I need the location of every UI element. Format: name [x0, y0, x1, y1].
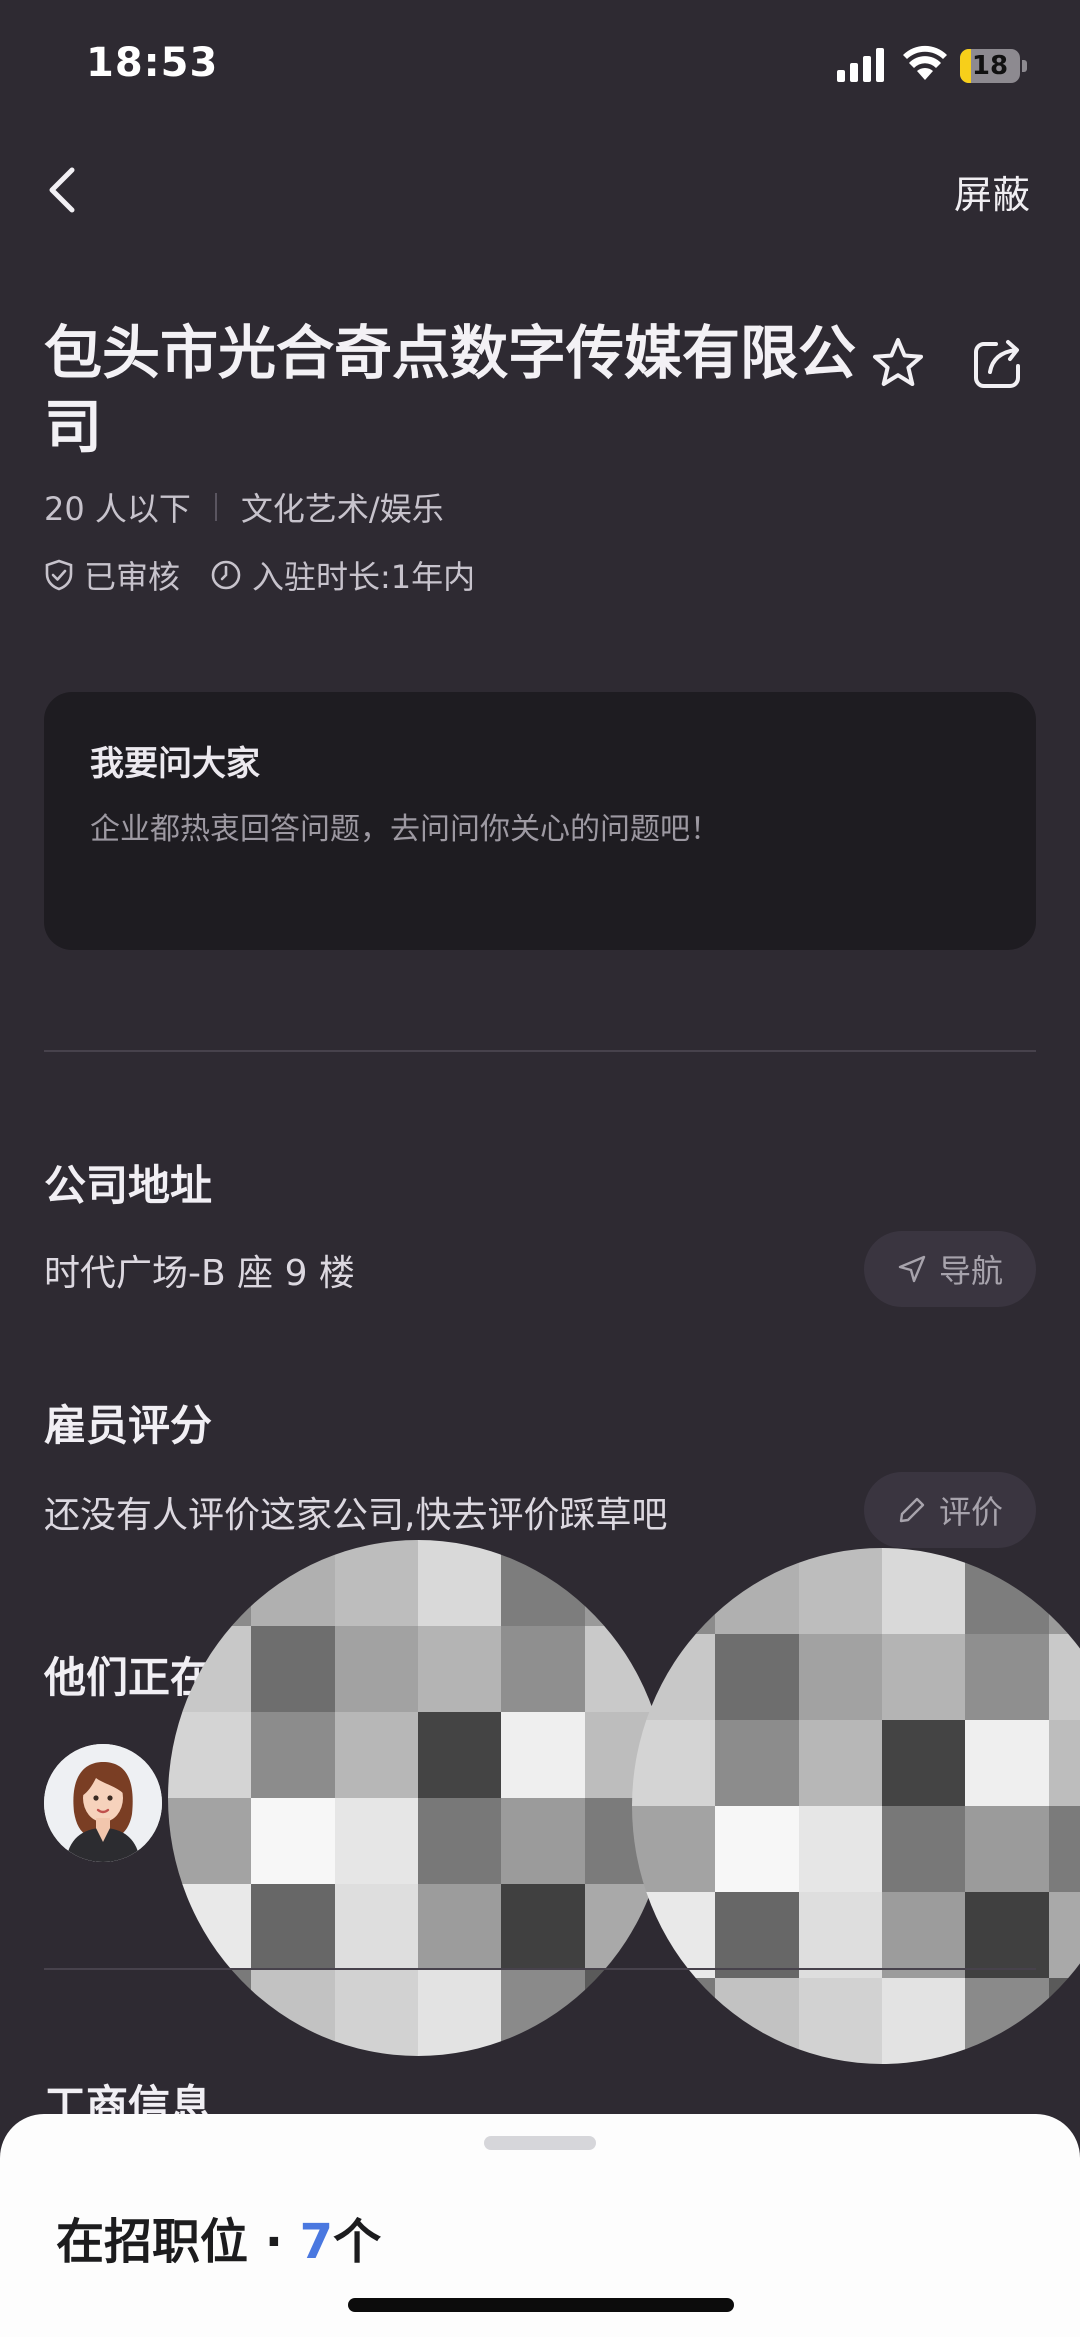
ask-card-subtitle: 企业都热衷回答问题，去问问你关心的问题吧！: [90, 812, 720, 847]
home-indicator: [348, 2298, 734, 2312]
clock-icon: [211, 560, 241, 590]
rating-section-title: 雇员评分: [44, 1401, 213, 1450]
battery-level: 18: [971, 51, 1009, 81]
block-button[interactable]: 屏蔽: [954, 164, 1030, 219]
tenure-label: 入驻时长:1年内: [252, 558, 476, 596]
section-divider: [44, 1050, 1036, 1052]
pixelated-redaction: [168, 1540, 668, 2056]
recruiters-section-title: 他们正在: [44, 1653, 213, 1702]
meta-divider: [214, 493, 217, 521]
rate-label: 评价: [938, 1493, 1003, 1531]
sheet-grabber-handle[interactable]: [484, 2136, 596, 2150]
company-tags: 已审核 入驻时长:1年内: [44, 552, 475, 598]
wifi-icon: [903, 45, 947, 80]
cellular-signal-icon: [837, 48, 884, 82]
battery-indicator: 18: [960, 49, 1028, 85]
rating-empty-text: 还没有人评价这家公司,快去评价踩草吧: [44, 1495, 668, 1536]
open-jobs-title: 在招职位 · 7个: [56, 2202, 381, 2272]
back-button[interactable]: [40, 160, 90, 220]
address-value: 时代广场-B 座 9 楼: [44, 1253, 355, 1294]
status-time: 18:53: [86, 40, 219, 86]
section-divider: [44, 1968, 1036, 1970]
share-icon[interactable]: [968, 334, 1028, 394]
open-jobs-unit: 个: [333, 2214, 382, 2270]
address-section-title: 公司地址: [44, 1161, 213, 1210]
pencil-icon: [899, 1497, 925, 1523]
navigate-label: 导航: [938, 1252, 1003, 1290]
favorite-star-icon[interactable]: [868, 334, 928, 394]
tenure-tag: 入驻时长:1年内: [210, 552, 475, 598]
shield-check-icon: [45, 559, 73, 591]
navigation-arrow-icon: [898, 1255, 926, 1283]
ask-card-title: 我要问大家: [90, 744, 260, 784]
verified-tag: 已审核: [44, 552, 180, 598]
navigate-button[interactable]: 导航: [864, 1231, 1036, 1307]
rate-button[interactable]: 评价: [864, 1472, 1036, 1548]
company-name: 包头市光合奇点数字传媒有限公司: [44, 319, 857, 461]
open-jobs-label: 在招职位 ·: [56, 2214, 300, 2270]
verified-label: 已审核: [84, 558, 181, 596]
company-industry: 文化艺术/娱乐: [240, 490, 444, 528]
company-size: 20 人以下: [44, 490, 191, 528]
recruiter-avatar[interactable]: [44, 1744, 162, 1862]
ask-question-card[interactable]: 我要问大家 企业都热衷回答问题，去问问你关心的问题吧！: [44, 692, 1036, 950]
pixelated-redaction: [632, 1548, 1080, 2064]
company-meta: 20 人以下 文化艺术/娱乐: [44, 484, 444, 530]
open-jobs-count: 7: [299, 2214, 334, 2270]
avatar-illustration: [44, 1744, 162, 1862]
